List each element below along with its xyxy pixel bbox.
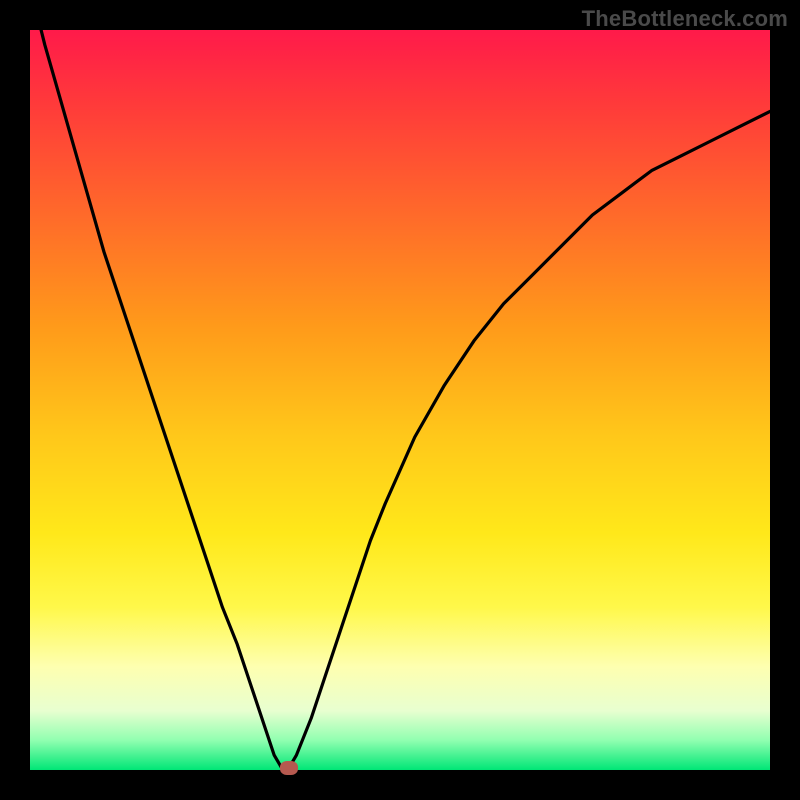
curve-svg	[30, 30, 770, 770]
bottleneck-curve	[30, 30, 770, 768]
chart-frame: TheBottleneck.com	[0, 0, 800, 800]
watermark-text: TheBottleneck.com	[582, 6, 788, 32]
plot-area	[30, 30, 770, 770]
optimum-marker	[280, 761, 298, 775]
